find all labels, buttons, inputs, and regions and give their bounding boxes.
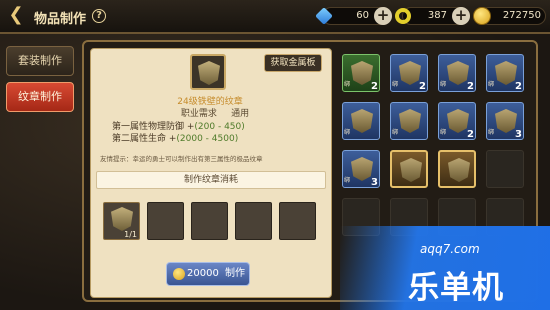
top-bar: ❮ 物品制作 ? 60 + 387 + 272750: [0, 0, 550, 34]
bound-tag: 绑: [344, 177, 351, 184]
page-title: 物品制作: [34, 12, 87, 27]
currency-gold: 272750: [473, 7, 546, 25]
badge-item-icon: [351, 109, 373, 133]
target-badge-icon: [190, 54, 226, 90]
stack-count: 3: [515, 129, 522, 140]
job-req-value: 通用: [231, 109, 250, 119]
inventory-slot[interactable]: 绑: [342, 102, 380, 140]
bound-tag: 绑: [344, 129, 351, 136]
badge-item-icon: [447, 109, 469, 133]
bound-tag: 绑: [488, 129, 495, 136]
add-ring-button[interactable]: +: [452, 7, 470, 25]
tip-text: 友情提示：幸运的勇士可以制作出有第三属性的极品纹章: [100, 155, 263, 163]
currency-gem-value: 60: [356, 10, 369, 21]
material-slot-3[interactable]: [191, 202, 228, 240]
bound-tag: 绑: [344, 81, 351, 88]
stack-count: 2: [467, 81, 474, 92]
badge-item-icon: [399, 61, 421, 85]
watermark-brand: 乐单机: [408, 270, 504, 306]
bound-tag: 绑: [392, 81, 399, 88]
job-requirement: 职业需求 通用: [160, 106, 270, 119]
currency-gem: 60 +: [315, 7, 392, 25]
tab-set-crafting[interactable]: 套装制作: [6, 46, 74, 76]
stack-count: 2: [467, 129, 474, 140]
currency-ring: 387 +: [395, 7, 470, 25]
badge-item-icon: [351, 61, 373, 85]
badge-item-icon: [399, 109, 421, 133]
inventory-slot[interactable]: [438, 150, 476, 188]
cost-title: 制作纹章消耗: [96, 171, 326, 189]
badge-item-icon: [400, 158, 422, 182]
badge-item-icon: [495, 61, 517, 85]
attribute-2: 第二属性生命 +(2000 - 4500): [112, 131, 238, 144]
badge-item-icon: [495, 109, 517, 133]
craft-label: 制作: [225, 268, 245, 279]
gold-coin-icon: [173, 268, 185, 280]
ring-icon: [395, 8, 411, 24]
currency-ring-value: 387: [427, 10, 447, 21]
craft-cost: 20000: [187, 268, 219, 279]
material-slot-5[interactable]: [279, 202, 316, 240]
stack-count: 2: [371, 81, 378, 92]
stack-count: 2: [515, 81, 522, 92]
watermark-url: aqq7.com: [420, 242, 480, 256]
craft-button[interactable]: 20000 制作: [166, 262, 250, 286]
inventory-slot[interactable]: [390, 150, 428, 188]
help-icon[interactable]: ?: [92, 9, 106, 23]
inventory-slot[interactable]: 绑2: [342, 54, 380, 92]
material-count: 1/1: [124, 230, 137, 239]
attr2-label: 第二属性生命 +: [112, 134, 177, 144]
badge-item-icon: [351, 157, 373, 181]
bound-tag: 绑: [440, 129, 447, 136]
gold-coin-icon: [473, 7, 491, 25]
job-req-label: 职业需求: [180, 109, 217, 119]
bound-tag: 绑: [392, 129, 399, 136]
material-slot-2[interactable]: [147, 202, 184, 240]
attr2-value: (2000 - 4500): [176, 134, 239, 144]
badge-item-icon: [447, 61, 469, 85]
get-metal-plate-button[interactable]: 获取金属板: [264, 54, 322, 72]
stack-count: 3: [371, 177, 378, 188]
currency-gold-value: 272750: [502, 10, 541, 21]
add-gem-button[interactable]: +: [374, 7, 392, 25]
inventory-slot[interactable]: 绑2: [438, 102, 476, 140]
stack-count: 2: [419, 81, 426, 92]
inventory-slot[interactable]: 绑3: [342, 150, 380, 188]
material-slot-1[interactable]: 1/1: [103, 202, 140, 240]
back-arrow-icon[interactable]: ❮: [6, 6, 26, 26]
bound-tag: 绑: [440, 81, 447, 88]
inventory-slot[interactable]: [486, 150, 524, 188]
material-slot-4[interactable]: [235, 202, 272, 240]
inventory-slot[interactable]: 绑2: [390, 54, 428, 92]
gem-icon: [315, 7, 333, 25]
inventory-slot[interactable]: 绑2: [438, 54, 476, 92]
tab-badge-crafting[interactable]: 纹章制作: [6, 82, 74, 112]
inventory-slot[interactable]: 绑2: [486, 54, 524, 92]
inventory-slot[interactable]: 绑: [390, 102, 428, 140]
bound-tag: 绑: [488, 81, 495, 88]
inventory-slot[interactable]: 绑3: [486, 102, 524, 140]
badge-item-icon: [448, 158, 470, 182]
